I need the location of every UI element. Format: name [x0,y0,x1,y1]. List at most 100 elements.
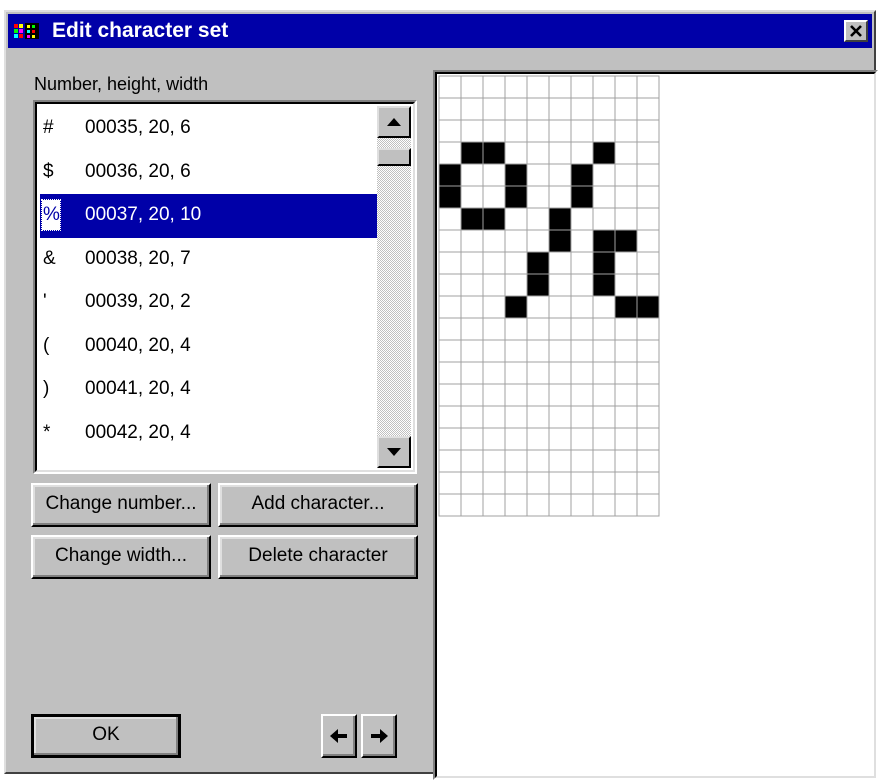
scroll-down-button[interactable] [377,436,411,468]
glyph-pixel[interactable] [482,163,506,187]
glyph-pixel[interactable] [592,119,616,143]
glyph-pixel[interactable] [438,141,462,165]
glyph-pixel[interactable] [504,449,528,473]
glyph-pixel[interactable] [548,251,572,275]
glyph-pixel[interactable] [526,185,550,209]
glyph-pixel[interactable] [482,317,506,341]
glyph-pixel[interactable] [460,75,484,99]
glyph-pixel[interactable] [592,295,616,319]
glyph-pixel[interactable] [438,427,462,451]
glyph-pixel[interactable] [526,361,550,385]
glyph-pixel[interactable] [592,383,616,407]
glyph-pixel[interactable] [636,405,660,429]
glyph-pixel[interactable] [570,383,594,407]
glyph-pixel[interactable] [614,207,638,231]
glyph-pixel[interactable] [504,163,528,187]
glyph-pixel[interactable] [570,405,594,429]
glyph-pixel[interactable] [548,471,572,495]
glyph-pixel[interactable] [570,471,594,495]
glyph-pixel[interactable] [460,273,484,297]
glyph-pixel[interactable] [548,97,572,121]
glyph-pixel[interactable] [570,163,594,187]
glyph-pixel[interactable] [548,427,572,451]
list-item[interactable]: #00035, 20, 6 [40,107,378,151]
glyph-pixel[interactable] [438,229,462,253]
glyph-pixel[interactable] [592,185,616,209]
glyph-pixel[interactable] [614,405,638,429]
glyph-pixel[interactable] [460,361,484,385]
glyph-pixel[interactable] [636,383,660,407]
glyph-pixel[interactable] [526,229,550,253]
glyph-pixel[interactable] [548,339,572,363]
glyph-pixel[interactable] [438,251,462,275]
glyph-pixel[interactable] [570,251,594,275]
glyph-pixel[interactable] [482,449,506,473]
glyph-pixel[interactable] [636,251,660,275]
glyph-pixel[interactable] [504,405,528,429]
glyph-pixel[interactable] [548,273,572,297]
glyph-pixel[interactable] [570,427,594,451]
glyph-pixel[interactable] [504,229,528,253]
vertical-scrollbar[interactable] [377,106,411,468]
glyph-pixel[interactable] [438,361,462,385]
glyph-pixel[interactable] [614,493,638,517]
glyph-pixel[interactable] [636,119,660,143]
glyph-pixel[interactable] [548,141,572,165]
glyph-pixel[interactable] [438,339,462,363]
glyph-pixel[interactable] [482,141,506,165]
glyph-pixel[interactable] [592,207,616,231]
glyph-pixel[interactable] [438,317,462,341]
delete-character-button[interactable]: Delete character [218,535,418,579]
glyph-pixel[interactable] [438,75,462,99]
glyph-pixel[interactable] [460,163,484,187]
glyph-pixel[interactable] [548,295,572,319]
glyph-pixel[interactable] [592,229,616,253]
glyph-pixel[interactable] [570,449,594,473]
glyph-pixel[interactable] [460,295,484,319]
glyph-pixel[interactable] [614,273,638,297]
glyph-pixel[interactable] [482,97,506,121]
list-item[interactable]: & 00038, 20, 7 [40,238,378,282]
glyph-pixel[interactable] [438,449,462,473]
glyph-pixel[interactable] [614,75,638,99]
glyph-pixel[interactable] [548,185,572,209]
glyph-pixel[interactable] [526,295,550,319]
glyph-pixel[interactable] [504,251,528,275]
glyph-pixel[interactable] [614,119,638,143]
glyph-pixel[interactable] [438,97,462,121]
glyph-pixel[interactable] [548,317,572,341]
glyph-pixel[interactable] [504,75,528,99]
glyph-pixel[interactable] [504,317,528,341]
glyph-pixel[interactable] [548,361,572,385]
glyph-pixel[interactable] [570,361,594,385]
glyph-pixel[interactable] [614,229,638,253]
glyph-pixel[interactable] [570,207,594,231]
glyph-pixel[interactable] [592,317,616,341]
glyph-pixel[interactable] [548,405,572,429]
glyph-pixel[interactable] [482,427,506,451]
glyph-pixel[interactable] [614,141,638,165]
glyph-pixel[interactable] [438,273,462,297]
close-button[interactable] [844,20,868,42]
glyph-pixel[interactable] [548,383,572,407]
glyph-pixel[interactable] [614,97,638,121]
glyph-pixel[interactable] [526,207,550,231]
glyph-pixel[interactable] [592,361,616,385]
glyph-pixel[interactable] [636,449,660,473]
glyph-pixel[interactable] [460,251,484,275]
glyph-pixel[interactable] [592,75,616,99]
glyph-pixel[interactable] [570,97,594,121]
glyph-pixel[interactable] [438,493,462,517]
glyph-pixel[interactable] [570,339,594,363]
glyph-pixel[interactable] [504,339,528,363]
glyph-pixel[interactable] [636,97,660,121]
previous-character-button[interactable] [321,714,357,758]
glyph-pixel[interactable] [460,339,484,363]
list-item[interactable]: * 00042, 20, 4 [40,412,378,456]
glyph-pixel[interactable] [614,427,638,451]
glyph-pixel[interactable] [504,119,528,143]
glyph-pixel[interactable] [438,295,462,319]
glyph-pixel[interactable] [482,273,506,297]
glyph-pixel[interactable] [504,97,528,121]
glyph-pixel[interactable] [460,471,484,495]
